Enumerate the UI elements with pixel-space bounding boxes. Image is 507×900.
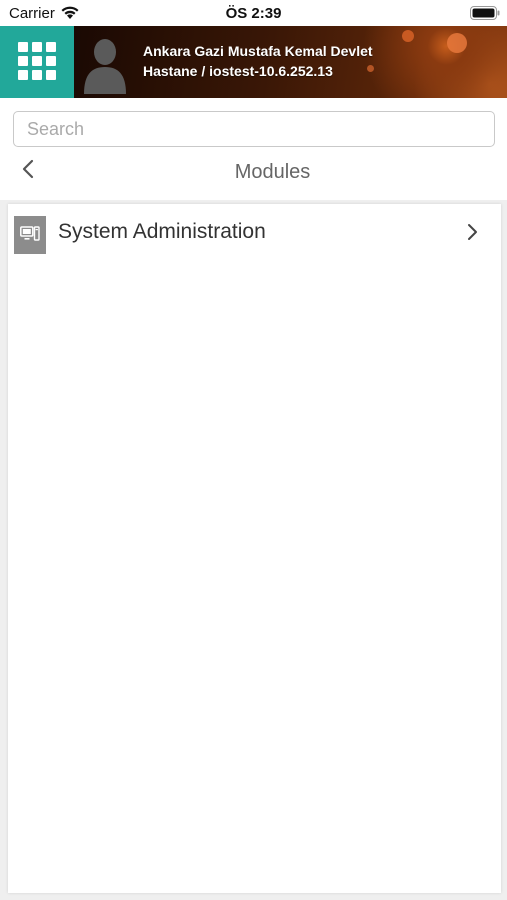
computer-icon <box>20 226 40 241</box>
list-item-system-administration[interactable]: System Administration <box>8 204 501 260</box>
header-glow <box>447 33 467 53</box>
search-nav-area: Modules <box>0 98 507 200</box>
search-input[interactable] <box>13 111 495 147</box>
module-icon-tile <box>14 216 46 254</box>
module-label: System Administration <box>58 220 266 243</box>
page-title: Modules <box>234 161 311 183</box>
status-bar: Carrier ÖS 2:39 <box>0 0 507 26</box>
battery-full-icon <box>470 6 500 20</box>
hospital-name: Ankara Gazi Mustafa Kemal Devlet Hastane… <box>143 41 443 81</box>
hospital-name-line1: Ankara Gazi Mustafa Kemal Devlet <box>143 43 373 59</box>
apps-menu-button[interactable] <box>0 26 74 98</box>
hospital-name-line2: Hastane / iostest-10.6.252.13 <box>143 63 333 79</box>
app-header: Ankara Gazi Mustafa Kemal Devlet Hastane… <box>0 26 507 98</box>
grid-icon <box>18 42 56 80</box>
module-list: System Administration <box>8 204 501 893</box>
chevron-right-icon <box>468 224 477 240</box>
clock: ÖS 2:39 <box>225 5 282 22</box>
user-silhouette-icon <box>84 39 126 94</box>
